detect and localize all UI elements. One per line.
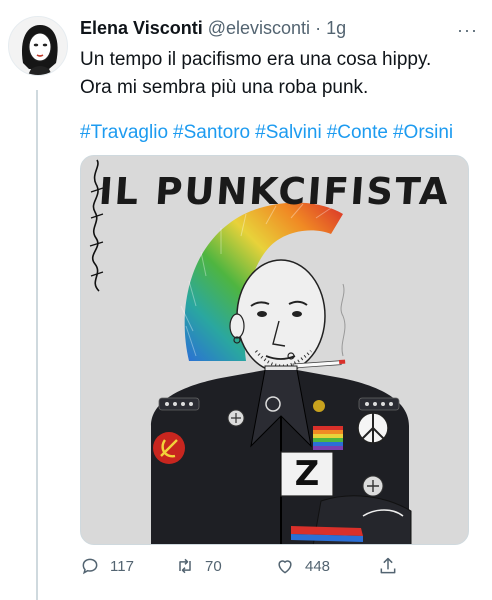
like-icon: [278, 560, 292, 574]
tweet-text-line: Un tempo il pacifismo era una cosa hippy…: [80, 49, 432, 70]
thread-line: [36, 90, 38, 600]
artist-signature: [89, 159, 104, 292]
hashtag-list: #Travaglio #Santoro #Salvini #Conte #Orsini: [80, 120, 480, 146]
more-icon[interactable]: ···: [457, 20, 478, 41]
hashtag-link[interactable]: #Conte: [327, 122, 388, 143]
separator-dot: ·: [315, 18, 322, 38]
reply-count: 117: [110, 557, 134, 575]
tweet-actions: 117 70 448: [80, 552, 410, 580]
like-button[interactable]: 448: [275, 552, 330, 580]
retweet-count: 70: [205, 557, 222, 575]
share-button[interactable]: [378, 552, 408, 580]
reply-button[interactable]: 117: [80, 552, 134, 580]
retweet-icon: [179, 558, 191, 574]
tweet-time[interactable]: 1g: [326, 18, 346, 38]
hashtag-link[interactable]: #Santoro: [173, 122, 250, 143]
tweet-header: Elena Visconti @elevisconti · 1g: [80, 18, 452, 42]
illustration-title: IL PUNKCIFISTA: [97, 170, 452, 213]
tweet-text: Un tempo il pacifismo era una cosa hippy…: [80, 46, 480, 102]
z-patch-letter: Z: [294, 454, 320, 494]
punk-illustration: [151, 202, 412, 544]
like-count: 448: [305, 557, 331, 575]
hashtag-link[interactable]: #Orsini: [393, 122, 453, 143]
hashtag-link[interactable]: #Salvini: [255, 122, 322, 143]
author-name[interactable]: Elena Visconti: [80, 18, 203, 38]
avatar[interactable]: [8, 16, 68, 76]
share-icon: [380, 557, 396, 574]
reply-icon: [82, 558, 98, 575]
retweet-button[interactable]: 70: [175, 552, 222, 580]
hashtag-link[interactable]: #Travaglio: [80, 122, 168, 143]
author-handle[interactable]: @elevisconti: [208, 18, 310, 38]
tweet-text-line: Ora mi sembra più una roba punk.: [80, 77, 369, 98]
tweet-media[interactable]: IL PUNKCIFISTA Z: [80, 155, 469, 545]
